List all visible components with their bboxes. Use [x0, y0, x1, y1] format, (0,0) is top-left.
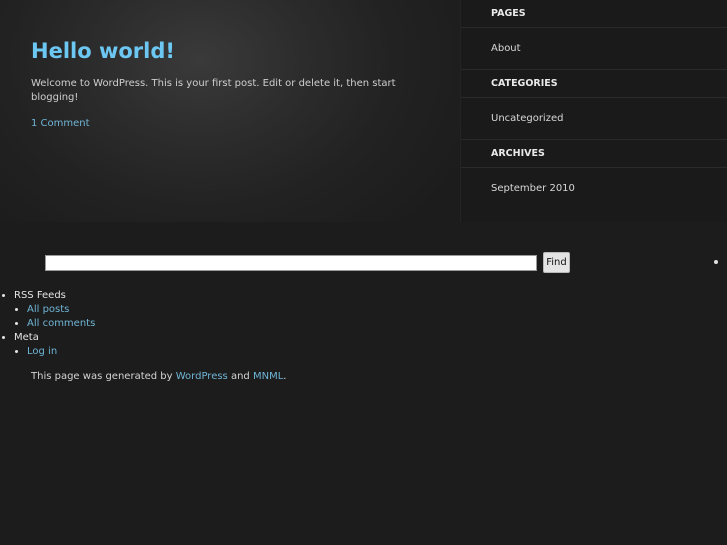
- wordpress-link[interactable]: WordPress: [176, 371, 228, 382]
- post-body: Welcome to WordPress. This is your first…: [31, 78, 396, 103]
- sidebar-item-about[interactable]: About: [461, 28, 727, 70]
- meta-section: Meta Log in: [14, 331, 95, 359]
- sidebar-heading-categories: CATEGORIES: [461, 70, 727, 98]
- sidebar-item-uncategorized[interactable]: Uncategorized: [461, 98, 727, 140]
- all-posts-link[interactable]: All posts: [27, 304, 69, 315]
- post: Hello world! Welcome to WordPress. This …: [31, 38, 431, 129]
- rss-feeds-heading: RSS Feeds: [14, 290, 66, 301]
- sidebar-heading-archives: ARCHIVES: [461, 140, 727, 168]
- sidebar: PAGES About CATEGORIES Uncategorized ARC…: [460, 0, 727, 222]
- list-item: All comments: [27, 317, 95, 331]
- post-title[interactable]: Hello world!: [31, 38, 431, 64]
- credit-mid: and: [230, 371, 250, 382]
- sidebar-item-september-2010[interactable]: September 2010: [461, 168, 727, 210]
- mnml-link[interactable]: MNML: [253, 371, 283, 382]
- sidebar-heading-pages: PAGES: [461, 0, 727, 28]
- list-item: All posts: [27, 303, 95, 317]
- list-item: Log in: [27, 345, 95, 359]
- footer-lists: RSS Feeds All posts All comments Meta Lo…: [0, 289, 95, 359]
- comments-link[interactable]: 1 Comment: [31, 118, 90, 129]
- credit-suffix: .: [283, 371, 287, 382]
- rss-feeds-section: RSS Feeds All posts All comments: [14, 289, 95, 331]
- credit-prefix: This page was generated by: [31, 371, 173, 382]
- meta-heading: Meta: [14, 332, 39, 343]
- search-input[interactable]: [45, 255, 537, 271]
- all-comments-link[interactable]: All comments: [27, 318, 95, 329]
- credit-line: This page was generated by WordPress and…: [31, 371, 286, 382]
- page: Hello world! Welcome to WordPress. This …: [0, 0, 727, 545]
- log-in-link[interactable]: Log in: [27, 346, 57, 357]
- list-bullet: [714, 260, 718, 264]
- find-button[interactable]: Find: [543, 252, 570, 273]
